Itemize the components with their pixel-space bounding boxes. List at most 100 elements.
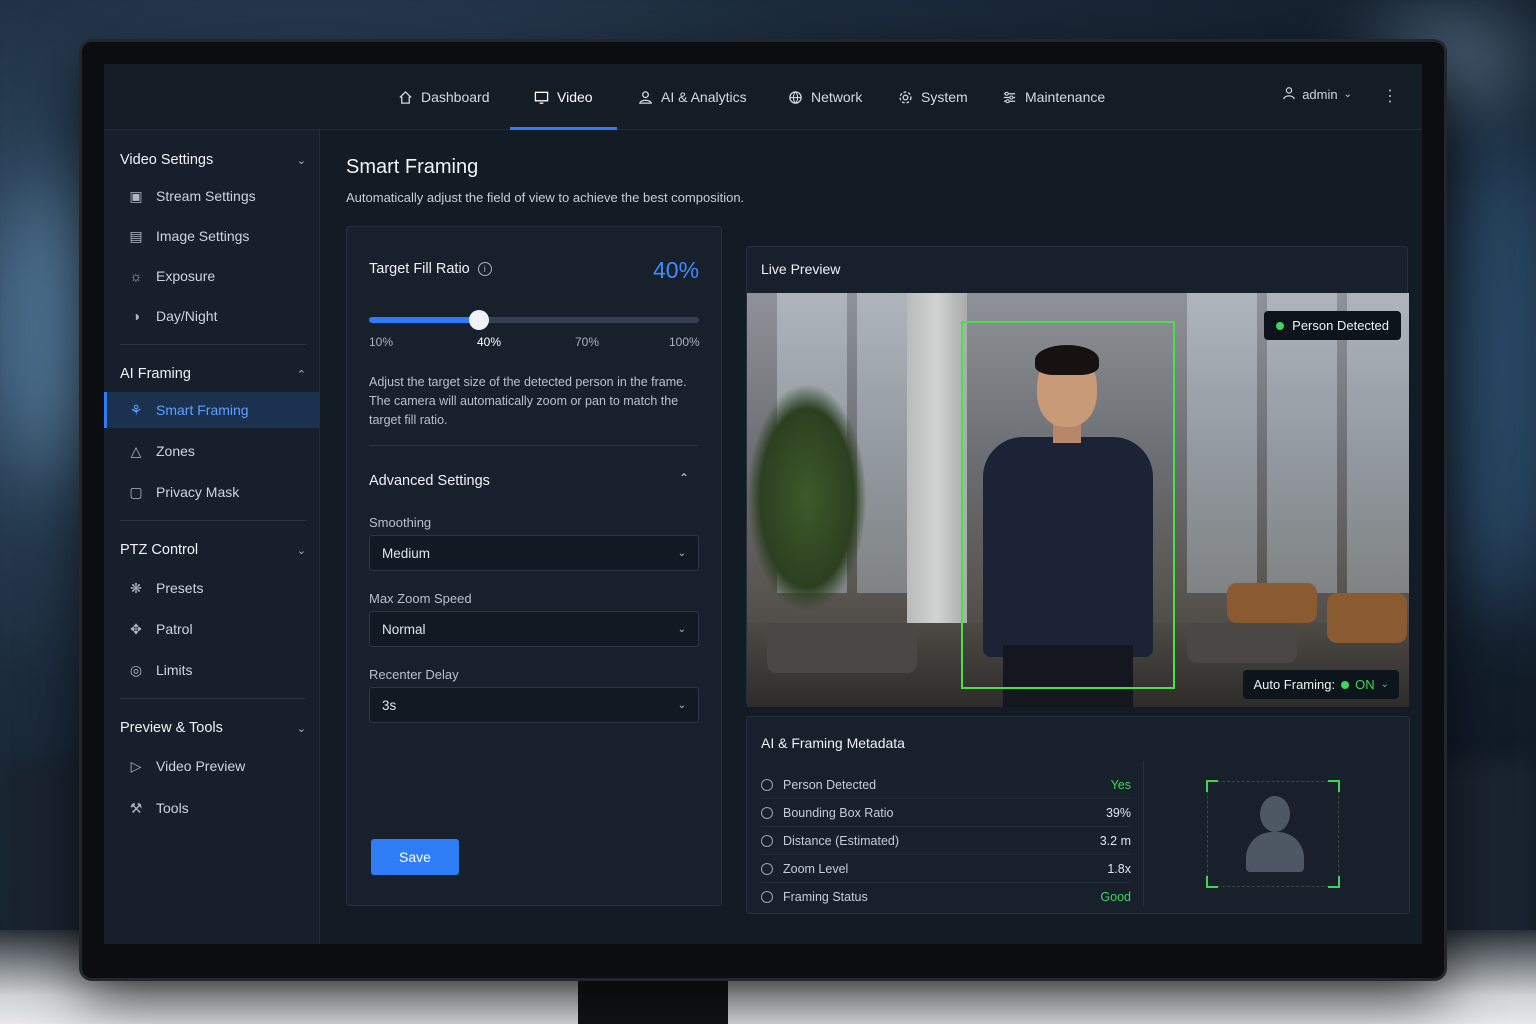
sliders-icon bbox=[1002, 90, 1017, 105]
sidebar-item-label: Image Settings bbox=[156, 228, 250, 244]
window bbox=[1187, 293, 1257, 593]
screen: Dashboard Video AI & Analytics Network S… bbox=[104, 64, 1422, 944]
sidebar-item-limits[interactable]: ◎ Limits bbox=[104, 652, 320, 688]
sofa bbox=[1187, 623, 1297, 663]
avatar-icon bbox=[1260, 796, 1290, 832]
metadata-label: Distance (Estimated) bbox=[783, 833, 900, 848]
advanced-settings-title: Advanced Settings bbox=[369, 473, 490, 489]
sidebar-item-privacy-mask[interactable]: ▢ Privacy Mask bbox=[104, 474, 320, 510]
divider bbox=[120, 520, 306, 521]
sidebar-item-label: Tools bbox=[156, 800, 189, 816]
sofa bbox=[767, 623, 917, 673]
sidebar-item-patrol[interactable]: ✥ Patrol bbox=[104, 611, 320, 647]
sidebar-item-label: Presets bbox=[156, 580, 204, 596]
fill-ratio-value: 40% bbox=[653, 257, 700, 283]
top-nav: Dashboard Video AI & Analytics Network S… bbox=[104, 64, 1422, 130]
divider bbox=[369, 445, 699, 446]
smoothing-label: Smoothing bbox=[369, 515, 432, 530]
info-icon[interactable]: i bbox=[477, 262, 492, 276]
globe-icon bbox=[788, 90, 803, 105]
frame-corner bbox=[1206, 780, 1218, 792]
divider bbox=[120, 344, 306, 345]
background-light bbox=[1440, 120, 1536, 620]
metadata-row: Person Detected Yes bbox=[761, 771, 1131, 799]
tab-dashboard[interactable]: Dashboard bbox=[398, 64, 490, 130]
slider-tick: 40% bbox=[477, 335, 502, 349]
section-video-settings[interactable]: Video Settings ⌄ bbox=[120, 148, 306, 172]
user-menu[interactable]: admin ⌄ bbox=[1282, 86, 1352, 103]
frame-corner bbox=[1206, 876, 1218, 888]
more-options-icon[interactable]: ⋮ bbox=[1382, 86, 1398, 106]
metadata-value: 1.8x bbox=[1107, 861, 1131, 876]
sidebar-item-zones[interactable]: △ Zones bbox=[104, 433, 320, 469]
divider bbox=[120, 698, 306, 699]
select-value: Normal bbox=[382, 621, 426, 637]
save-button[interactable]: Save bbox=[371, 839, 459, 875]
username: admin bbox=[1302, 87, 1338, 102]
metadata-panel: AI & Framing Metadata Person Detected Yes… bbox=[746, 716, 1410, 914]
tab-maintenance[interactable]: Maintenance bbox=[1002, 64, 1105, 130]
slider-tick: 70% bbox=[575, 335, 600, 349]
sidebar-item-presets[interactable]: ❋ Presets bbox=[104, 570, 320, 606]
live-video-feed[interactable]: Person Detected Auto Framing: ON ⌄ bbox=[747, 293, 1409, 707]
section-ptz-control[interactable]: PTZ Control ⌄ bbox=[120, 538, 306, 562]
sidebar-item-smart-framing[interactable]: ⚘ Smart Framing bbox=[104, 392, 320, 428]
smoothing-select[interactable]: Medium ⌄ bbox=[369, 535, 699, 571]
slider-tick: 10% bbox=[369, 335, 394, 349]
tools-icon: ⚒ bbox=[129, 799, 143, 816]
sidebar-item-image-settings[interactable]: ▤ Image Settings bbox=[104, 218, 320, 254]
section-ai-framing[interactable]: AI Framing ⌃ bbox=[120, 362, 306, 386]
tab-system[interactable]: System bbox=[898, 64, 968, 130]
metadata-row: Distance (Estimated) 3.2 m bbox=[761, 827, 1131, 855]
frame-corner bbox=[1328, 876, 1340, 888]
chevron-down-icon: ⌄ bbox=[296, 722, 306, 735]
ai-icon bbox=[638, 90, 653, 105]
tab-label: Maintenance bbox=[1025, 89, 1106, 105]
chevron-up-icon[interactable]: ⌃ bbox=[679, 471, 689, 485]
metadata-value: Yes bbox=[1110, 777, 1131, 792]
max-zoom-select[interactable]: Normal ⌄ bbox=[369, 611, 699, 647]
sidebar-item-label: Privacy Mask bbox=[156, 484, 240, 500]
tab-ai-analytics[interactable]: AI & Analytics bbox=[638, 64, 747, 130]
slider-thumb[interactable] bbox=[469, 310, 489, 330]
recenter-delay-select[interactable]: 3s ⌄ bbox=[369, 687, 699, 723]
auto-framing-toggle[interactable]: Auto Framing: ON ⌄ bbox=[1243, 670, 1399, 699]
tab-label: Network bbox=[811, 89, 863, 105]
chevron-down-icon: ⌄ bbox=[677, 547, 686, 559]
play-icon: ▷ bbox=[130, 757, 142, 774]
section-title: Video Settings bbox=[120, 152, 214, 168]
section-preview-tools[interactable]: Preview & Tools ⌄ bbox=[120, 716, 306, 740]
live-preview-panel: Live Preview Person Detected Auto Framin… bbox=[746, 246, 1409, 707]
select-value: Medium bbox=[382, 545, 431, 561]
section-title: PTZ Control bbox=[120, 542, 199, 558]
tab-label: AI & Analytics bbox=[661, 89, 747, 105]
stream-icon: ▣ bbox=[129, 187, 143, 204]
sidebar-item-label: Limits bbox=[156, 662, 193, 678]
metadata-label: Zoom Level bbox=[783, 861, 849, 876]
sidebar-item-stream-settings[interactable]: ▣ Stream Settings bbox=[104, 178, 320, 214]
sidebar-item-tools[interactable]: ⚒ Tools bbox=[104, 790, 320, 826]
frame-corner bbox=[1328, 780, 1340, 792]
sidebar-item-day-night[interactable]: ◑ Day/Night bbox=[104, 298, 320, 334]
plant bbox=[747, 383, 867, 613]
metadata-label: Bounding Box Ratio bbox=[783, 805, 894, 820]
tab-label: Video bbox=[557, 89, 593, 105]
badge-label: Person Detected bbox=[1292, 318, 1389, 333]
tab-video[interactable]: Video bbox=[510, 64, 616, 130]
sun-icon: ☼ bbox=[129, 268, 143, 284]
sidebar-item-label: Patrol bbox=[156, 621, 193, 637]
fill-ratio-label-text: Target Fill Ratio bbox=[369, 261, 470, 277]
fill-ratio-slider[interactable] bbox=[369, 310, 699, 330]
limits-icon: ◎ bbox=[129, 661, 143, 678]
tab-label: System bbox=[921, 89, 968, 105]
metadata-value: 39% bbox=[1105, 805, 1131, 820]
zones-icon: △ bbox=[130, 442, 142, 459]
page-subtitle: Automatically adjust the field of view t… bbox=[346, 190, 745, 205]
sidebar-item-video-preview[interactable]: ▷ Video Preview bbox=[104, 748, 320, 784]
tab-network[interactable]: Network bbox=[788, 64, 862, 130]
sidebar-item-exposure[interactable]: ☼ Exposure bbox=[104, 258, 320, 294]
privacy-mask-icon: ▢ bbox=[129, 483, 143, 500]
sofa bbox=[1327, 593, 1407, 643]
smart-framing-icon: ⚘ bbox=[129, 401, 143, 418]
monitor-icon bbox=[534, 90, 549, 105]
